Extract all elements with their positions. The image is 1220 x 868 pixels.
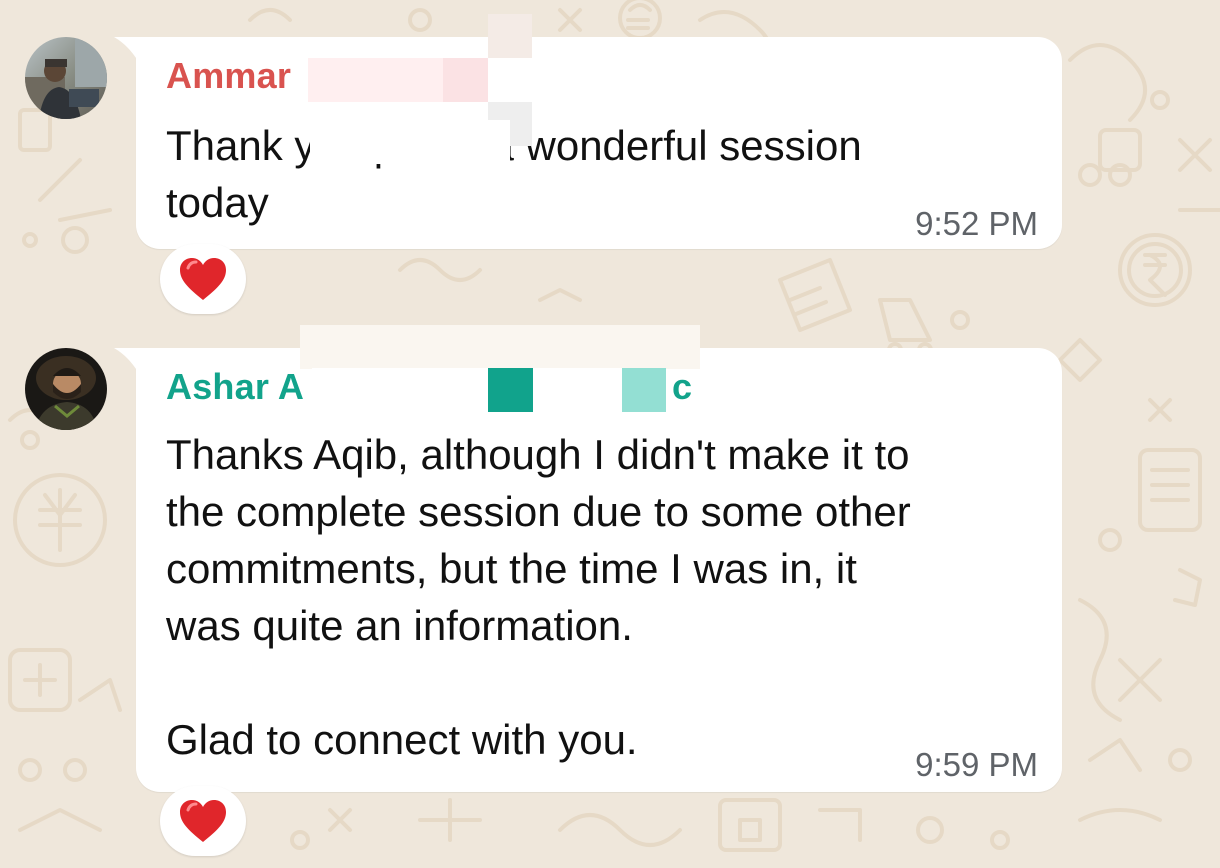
redaction-block	[488, 368, 533, 412]
redaction-block	[533, 368, 622, 412]
redaction-block	[312, 368, 488, 412]
avatar[interactable]	[25, 348, 107, 430]
redaction-block	[443, 58, 488, 102]
message-bubble[interactable]: Ammar Thank yc ıqıb ıor a wonderful sess…	[114, 37, 1062, 249]
message-text: Thank yc ıqıb ıor a wonderful session to…	[166, 122, 862, 226]
sender-name[interactable]: Ashar A	[166, 366, 304, 408]
reaction-pill[interactable]	[160, 786, 246, 856]
avatar-ashar	[25, 348, 107, 430]
sender-name-suffix: c	[672, 366, 693, 407]
message-time: 9:59 PM	[915, 746, 1038, 783]
redaction-block	[300, 325, 700, 369]
message-bubble[interactable]: Ashar A Thanks Aqib, although I didn't m…	[114, 348, 1062, 792]
message-time: 9:52 PM	[915, 205, 1038, 242]
heart-icon	[180, 258, 226, 300]
avatar-ammar	[25, 37, 107, 119]
redaction-block	[310, 120, 510, 164]
avatar[interactable]	[25, 37, 107, 119]
heart-icon	[180, 800, 226, 842]
sender-name[interactable]: Ammar	[166, 55, 291, 97]
redaction-block	[622, 368, 666, 412]
bubble-tail	[114, 37, 138, 61]
redaction-block	[532, 58, 572, 102]
reaction-pill[interactable]	[160, 244, 246, 314]
redaction-block	[308, 58, 443, 102]
message-text: Thanks Aqib, although I didn't make it t…	[166, 431, 911, 763]
bubble-tail	[114, 348, 138, 372]
redaction-block	[488, 14, 532, 58]
